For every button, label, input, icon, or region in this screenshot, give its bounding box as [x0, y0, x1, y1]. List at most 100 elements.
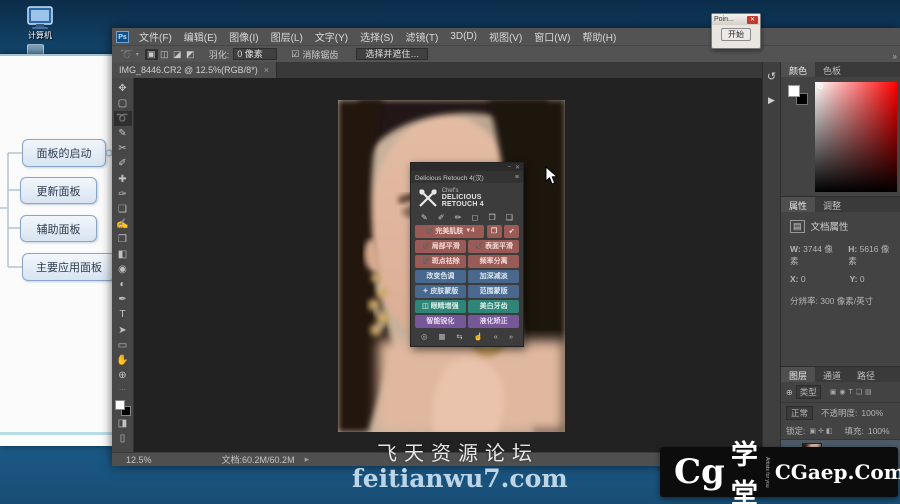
- retouch-stamps-icon[interactable]: ❑: [506, 213, 513, 222]
- retouch-button-skin-mask[interactable]: ✦皮肤蒙版: [415, 285, 466, 298]
- retouch-panel-menu-icon[interactable]: ≡: [515, 174, 519, 181]
- foreground-color-swatch[interactable]: [115, 400, 125, 410]
- selection-subtract-icon[interactable]: ◪: [171, 49, 184, 60]
- marquee-tool-icon[interactable]: ▢: [114, 96, 132, 111]
- lasso-tool-icon[interactable]: ➰: [114, 111, 132, 126]
- tab-swatches[interactable]: 色板: [815, 62, 849, 77]
- panel-minimize-icon[interactable]: –: [508, 164, 511, 170]
- desktop-icon-computer[interactable]: 计算机: [14, 6, 66, 41]
- dodge-tool-icon[interactable]: ◐: [114, 277, 132, 292]
- retouch-next-icon[interactable]: »: [509, 332, 513, 341]
- actions-panel-icon[interactable]: ▶: [768, 95, 775, 106]
- menu-edit[interactable]: 编辑(E): [178, 29, 223, 44]
- hand-tool-icon[interactable]: ✋: [114, 353, 132, 368]
- layer-filter-type[interactable]: 类型: [796, 385, 821, 399]
- opacity-value[interactable]: 100%: [861, 408, 883, 418]
- tab-channels[interactable]: 通道: [815, 367, 849, 382]
- mindmap-node-aux-panel[interactable]: 辅助面板: [20, 215, 97, 242]
- eraser-tool-icon[interactable]: ❒: [114, 232, 132, 247]
- zoom-tool-icon[interactable]: ⊕: [114, 368, 132, 383]
- tab-color[interactable]: 颜色: [781, 62, 815, 77]
- menu-help[interactable]: 帮助(H): [576, 29, 622, 44]
- brush-tool-icon[interactable]: ✑: [114, 187, 132, 202]
- retouch-stamp-icon[interactable]: ❐: [488, 213, 495, 222]
- history-brush-tool-icon[interactable]: ✍: [114, 217, 132, 232]
- retouch-button-spot-removal[interactable]: ➰斑点祛除: [415, 255, 466, 268]
- eyedropper-tool-icon[interactable]: ✐: [114, 156, 132, 171]
- quick-select-tool-icon[interactable]: ✎: [114, 126, 132, 141]
- quick-mask-icon[interactable]: ◨: [114, 416, 132, 431]
- retouch-like-icon[interactable]: ☝: [474, 332, 483, 341]
- menu-window[interactable]: 窗口(W): [528, 29, 576, 44]
- select-and-mask-button[interactable]: 选择并遮住…: [356, 48, 428, 60]
- status-arrow-icon[interactable]: ▸: [305, 454, 310, 465]
- retouch-prev-icon[interactable]: «: [494, 332, 498, 341]
- retouch-button-change-tone[interactable]: 改变色调: [415, 270, 466, 283]
- retouch-brush-icon[interactable]: ✎: [421, 213, 428, 222]
- panel-close-icon[interactable]: ✕: [515, 164, 520, 171]
- document-tab-close-icon[interactable]: ×: [264, 65, 269, 75]
- retouch-roller-icon[interactable]: ✏: [455, 213, 462, 222]
- pointer-window-close-icon[interactable]: ✕: [747, 16, 758, 24]
- menu-image[interactable]: 图像(I): [223, 29, 264, 44]
- preset-dropdown-icon[interactable]: ▾: [136, 51, 139, 58]
- layer-filter-icons[interactable]: ▣◉T❏▤: [830, 388, 875, 396]
- menu-view[interactable]: 视图(V): [483, 29, 528, 44]
- spot-heal-tool-icon[interactable]: ✚: [114, 172, 132, 187]
- panel-color-swatches[interactable]: [788, 85, 808, 105]
- shape-tool-icon[interactable]: ▭: [114, 338, 132, 353]
- history-panel-icon[interactable]: ↺: [767, 70, 776, 83]
- retouch-search-icon[interactable]: ◎: [421, 332, 428, 341]
- selection-add-icon[interactable]: ◫: [158, 49, 171, 60]
- retouch-swap-icon[interactable]: ⇆: [456, 332, 462, 341]
- lock-option-icons[interactable]: ▣✛◧: [809, 427, 834, 435]
- mindmap-node-update-panel[interactable]: 更新面板: [20, 177, 97, 204]
- layer-filter-search-icon[interactable]: ⊕: [786, 388, 793, 397]
- retouch-button-whiten-teeth[interactable]: 美白牙齿: [468, 300, 519, 313]
- antialias-checkbox[interactable]: ☑: [291, 49, 299, 60]
- toolbar-ellipsis-icon[interactable]: ⋯: [114, 383, 132, 398]
- path-select-tool-icon[interactable]: ➤: [114, 323, 132, 338]
- perfect-skin-copy-button[interactable]: ❐: [487, 225, 502, 238]
- retouch-button-frequency-sep[interactable]: 频率分离: [468, 255, 519, 268]
- type-tool-icon[interactable]: T: [114, 307, 132, 322]
- selection-new-icon[interactable]: ▣: [145, 49, 158, 60]
- tab-layers[interactable]: 图层: [781, 367, 815, 382]
- retouch-shape-icon[interactable]: ◻: [472, 213, 479, 222]
- zoom-level[interactable]: 12.5%: [126, 455, 152, 465]
- blend-mode-select[interactable]: 正常: [786, 406, 813, 420]
- selection-intersect-icon[interactable]: ◩: [184, 49, 197, 60]
- menu-file[interactable]: 文件(F): [133, 29, 178, 44]
- screen-mode-icon[interactable]: ▯: [114, 431, 132, 446]
- pen-tool-icon[interactable]: ✒: [114, 292, 132, 307]
- document-tab[interactable]: IMG_8446.CR2 @ 12.5%(RGB/8*) ×: [112, 62, 277, 78]
- retouch-grid-icon[interactable]: ▦: [438, 332, 445, 341]
- retouch-panel-titlebar[interactable]: Delicious Retouch 4(汉) ≡: [411, 171, 523, 183]
- clone-stamp-tool-icon[interactable]: ❏: [114, 202, 132, 217]
- perfect-skin-button[interactable]: ➰ 完美肌肤 ▼4: [415, 225, 484, 238]
- retouch-button-range-mask[interactable]: 范围蒙版: [468, 285, 519, 298]
- retouch-button-local-smooth[interactable]: ➰局部平滑: [415, 240, 466, 253]
- move-tool-icon[interactable]: ✥: [114, 81, 132, 96]
- perfect-skin-settings-button[interactable]: ➶: [504, 225, 519, 238]
- retouch-pencil-icon[interactable]: ✐: [438, 213, 445, 222]
- menu-3d[interactable]: 3D(D): [444, 31, 483, 42]
- retouch-button-liquify-fix[interactable]: 液化矫正: [468, 315, 519, 328]
- menu-select[interactable]: 选择(S): [354, 29, 399, 44]
- tab-paths[interactable]: 路径: [849, 367, 883, 382]
- tab-adjustments[interactable]: 调整: [815, 197, 849, 212]
- color-picker-marker[interactable]: [818, 84, 823, 89]
- retouch-button-eye-enhance[interactable]: ◫眼睛增强: [415, 300, 466, 313]
- retouch-button-smart-sharpen[interactable]: 智能锐化: [415, 315, 466, 328]
- menu-filter[interactable]: 滤镜(T): [400, 29, 445, 44]
- retouch-button-dodge-burn[interactable]: 加深减淡: [468, 270, 519, 283]
- menu-type[interactable]: 文字(Y): [309, 29, 354, 44]
- start-button[interactable]: 开始: [721, 28, 751, 41]
- gradient-tool-icon[interactable]: ◧: [114, 247, 132, 262]
- collapse-panels-icon[interactable]: »: [893, 52, 897, 61]
- mindmap-node-main-panel[interactable]: 主要应用面板: [22, 253, 116, 281]
- tab-properties[interactable]: 属性: [781, 197, 815, 212]
- lasso-tool-preset-icon[interactable]: ➰: [120, 48, 134, 61]
- crop-tool-icon[interactable]: ✂: [114, 141, 132, 156]
- feather-input[interactable]: 0 像素: [233, 48, 277, 60]
